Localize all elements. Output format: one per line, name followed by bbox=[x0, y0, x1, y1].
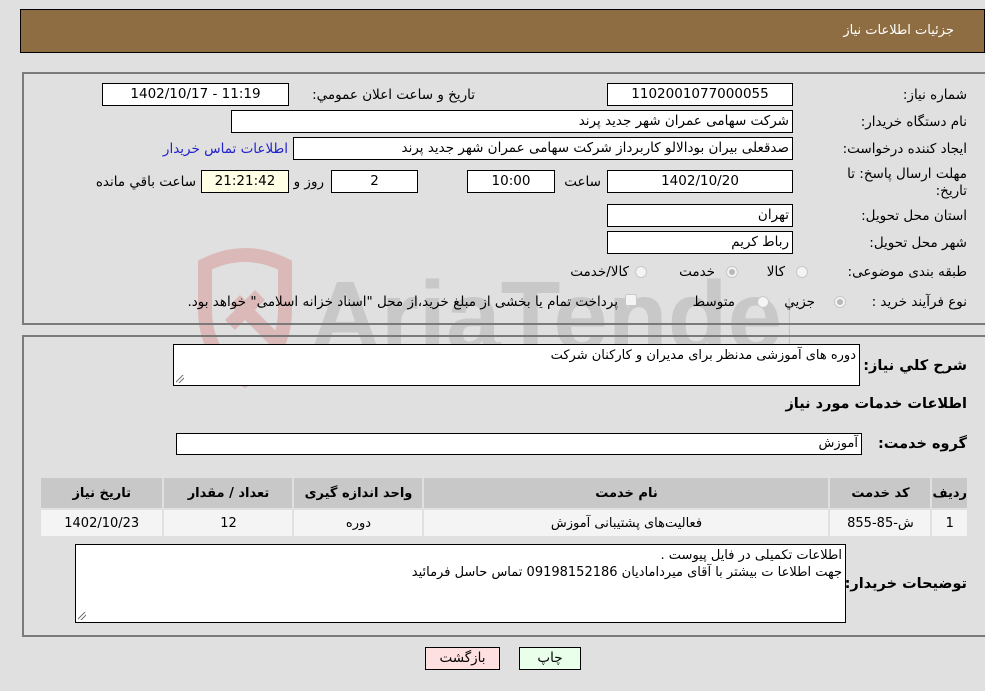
deadline-time-field: 10:00 bbox=[467, 170, 555, 193]
treasury-checkbox[interactable] bbox=[625, 294, 637, 306]
page-header: جزئیات اطلاعات نیاز bbox=[20, 9, 985, 53]
process-option-medium: متوسط bbox=[692, 294, 735, 310]
summary-text: دوره های آموزشی مدنظر برای مدیران و کارک… bbox=[550, 348, 856, 363]
treasury-note: پرداخت تمام یا بخشی از مبلغ خرید،از محل … bbox=[187, 294, 618, 310]
process-radio-medium[interactable] bbox=[757, 296, 769, 308]
table-header-row: ردیف کد خدمت نام خدمت واحد اندازه گیری ت… bbox=[38, 476, 969, 510]
col-header-unit: واحد اندازه گیری bbox=[292, 476, 425, 510]
buyer-notes-textarea[interactable]: اطلاعات تکمیلی در فایل پیوست . جهت اطلاع… bbox=[75, 544, 846, 623]
cell-service-name: فعالیت‌های پشتیبانی آموزش bbox=[422, 508, 831, 538]
city-field: رباط کریم bbox=[607, 231, 793, 254]
announce-datetime-field: 1402/10/17 - 11:19 bbox=[102, 83, 289, 106]
deadline-date-field: 1402/10/20 bbox=[607, 170, 793, 193]
cell-unit: دوره bbox=[292, 508, 425, 538]
category-radio-service[interactable] bbox=[726, 266, 738, 278]
col-header-need-date: تاریخ نیاز bbox=[38, 476, 165, 510]
page-title: جزئیات اطلاعات نیاز bbox=[843, 23, 954, 38]
summary-textarea[interactable]: دوره های آموزشی مدنظر برای مدیران و کارک… bbox=[173, 344, 860, 386]
col-header-quantity: تعداد / مقدار bbox=[162, 476, 295, 510]
deadline-label-date: تاریخ: bbox=[935, 183, 967, 199]
need-number-label: شماره نیاز: bbox=[902, 87, 967, 103]
back-button[interactable]: بازگشت bbox=[425, 647, 500, 670]
buyer-contact-link[interactable]: اطلاعات تماس خریدار bbox=[163, 141, 288, 157]
deadline-time-label: ساعت bbox=[564, 174, 601, 190]
buyer-notes-line-2: جهت اطلاعا ت بیشتر با آقای میرداماديان 0… bbox=[411, 565, 842, 580]
resize-grip-icon[interactable] bbox=[176, 375, 184, 383]
cell-service-code: ش-85-855 bbox=[828, 508, 933, 538]
days-label: روز و bbox=[293, 174, 324, 190]
time-remaining-field: 21:21:42 bbox=[201, 170, 289, 193]
creator-label: ایجاد کننده درخواست: bbox=[842, 141, 967, 157]
category-radio-goods[interactable] bbox=[796, 266, 808, 278]
process-label: نوع فرآیند خرید : bbox=[871, 294, 967, 310]
services-heading: اطلاعات خدمات مورد نیاز bbox=[785, 396, 967, 412]
print-button[interactable]: چاپ bbox=[519, 647, 581, 670]
service-group-field: آموزش bbox=[176, 433, 862, 455]
buyer-notes-label: توضیحات خریدار: bbox=[844, 576, 967, 592]
province-label: استان محل تحویل: bbox=[861, 208, 967, 224]
buyer-org-label: نام دستگاه خریدار: bbox=[860, 114, 967, 130]
buyer-org-field: شرکت سهامی عمران شهر جدید پرند bbox=[231, 110, 793, 133]
process-option-minor: جزيي bbox=[784, 294, 815, 310]
deadline-label: مهلت ارسال پاسخ: تا bbox=[847, 166, 967, 182]
col-header-service-code: کد خدمت bbox=[828, 476, 933, 510]
category-radio-goods-service[interactable] bbox=[635, 266, 647, 278]
announce-datetime-label: تاریخ و ساعت اعلان عمومي: bbox=[312, 87, 475, 103]
category-option-goods-service: کالا/خدمت bbox=[570, 264, 629, 280]
city-label: شهر محل تحویل: bbox=[869, 235, 967, 251]
col-header-service-name: نام خدمت bbox=[422, 476, 831, 510]
category-label: طبقه بندی موضوعی: bbox=[847, 264, 967, 280]
province-field: تهران bbox=[607, 204, 793, 227]
days-remaining-field: 2 bbox=[331, 170, 418, 193]
resize-grip-icon[interactable] bbox=[78, 612, 86, 620]
creator-field: صدقعلی بیران بودالالو کاربرداز شرکت سهام… bbox=[293, 137, 793, 160]
category-option-goods: کالا bbox=[766, 264, 785, 280]
category-option-service: خدمت bbox=[679, 264, 715, 280]
cell-row-number: 1 bbox=[930, 508, 969, 538]
cell-need-date: 1402/10/23 bbox=[38, 508, 165, 538]
time-remaining-label: ساعت باقي مانده bbox=[95, 174, 196, 190]
need-number-field: 1102001077000055 bbox=[607, 83, 793, 106]
summary-label: شرح کلي نياز: bbox=[863, 358, 967, 374]
cell-quantity: 12 bbox=[162, 508, 295, 538]
process-radio-minor[interactable] bbox=[834, 296, 846, 308]
col-header-row-number: ردیف bbox=[930, 476, 969, 510]
service-group-label: گروه خدمت: bbox=[877, 436, 967, 452]
buyer-notes-line-1: اطلاعات تکمیلی در فایل پیوست . bbox=[660, 548, 842, 563]
services-table: ردیف کد خدمت نام خدمت واحد اندازه گیری ت… bbox=[38, 476, 969, 538]
table-row: 1 ش-85-855 فعالیت‌های پشتیبانی آموزش دور… bbox=[38, 508, 969, 538]
